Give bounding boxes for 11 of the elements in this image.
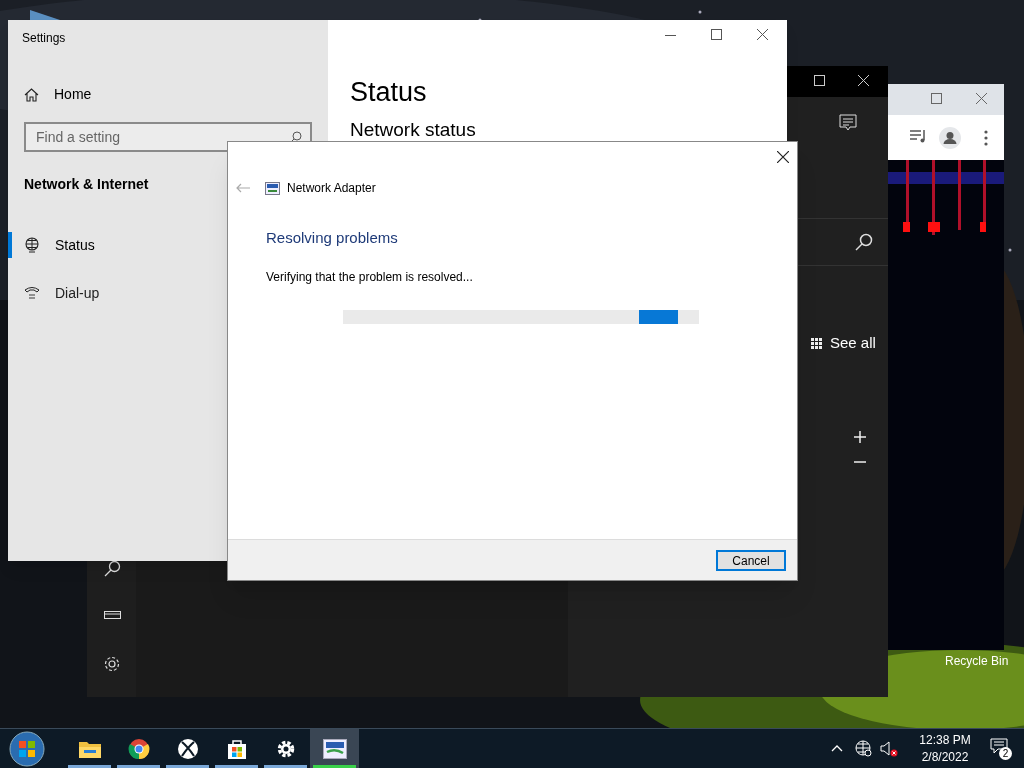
- browser-icon: [127, 737, 150, 760]
- chevron-up-icon[interactable]: [831, 745, 843, 752]
- clock[interactable]: 12:38 PM 2/8/2022: [910, 731, 980, 766]
- start-button[interactable]: [9, 730, 45, 767]
- xbox-icon: [176, 737, 199, 760]
- network-adapter-icon: [322, 738, 347, 759]
- notification-button[interactable]: 2: [990, 737, 1012, 760]
- taskbar-app-button[interactable]: [310, 729, 359, 768]
- globe-icon[interactable]: [855, 740, 872, 757]
- muted-speaker-icon[interactable]: [880, 740, 898, 757]
- store-bag-icon: [225, 737, 248, 760]
